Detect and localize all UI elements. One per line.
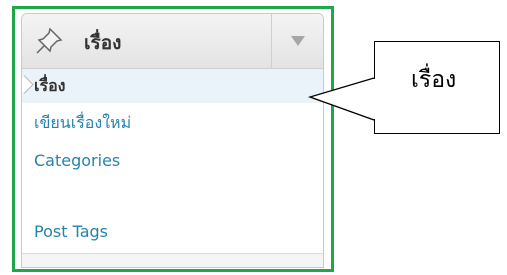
callout-pointer-cover bbox=[373, 79, 376, 119]
callout-text: เรื่อง bbox=[411, 67, 457, 93]
